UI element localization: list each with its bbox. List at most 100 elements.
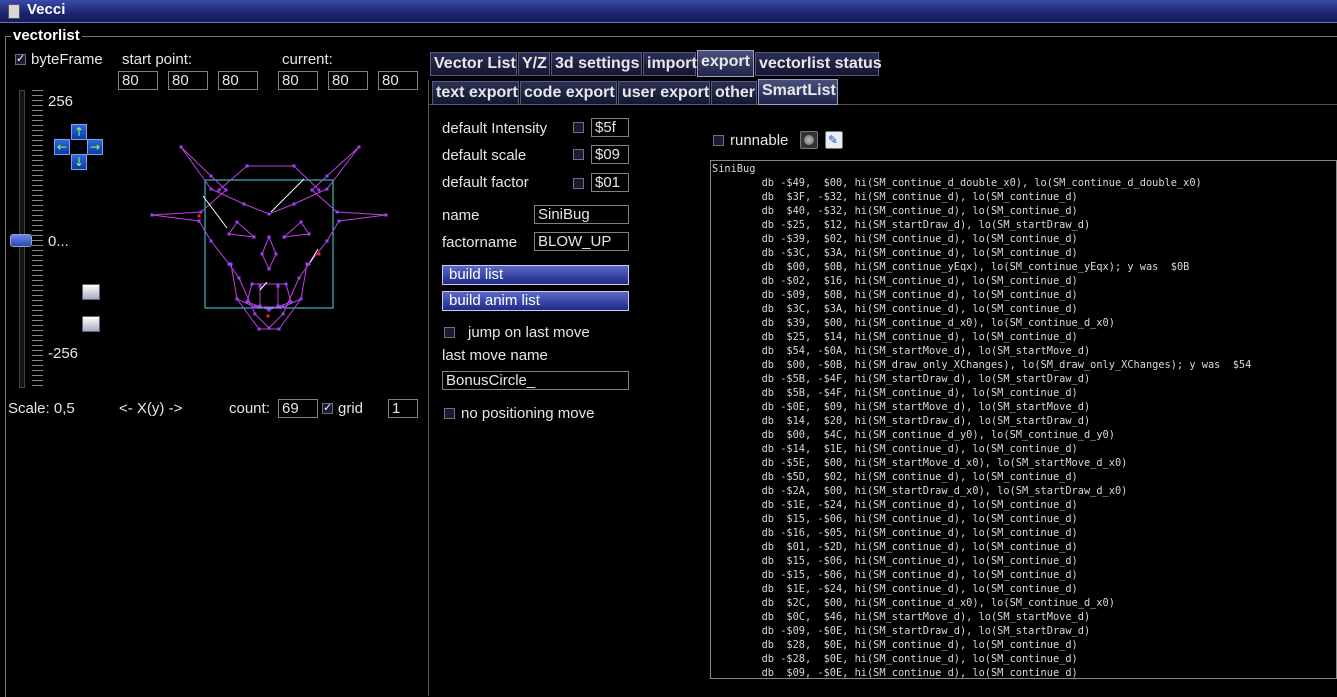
vector-point[interactable]: [289, 300, 293, 304]
vector-point[interactable]: [199, 210, 203, 214]
vector-point[interactable]: [281, 312, 285, 316]
subtab-code-export[interactable]: code export: [520, 81, 617, 105]
vector-point[interactable]: [250, 282, 254, 286]
vector-point[interactable]: [282, 235, 286, 239]
vector-point[interactable]: [245, 300, 249, 304]
vector-point[interactable]: [267, 235, 271, 239]
build-list-button[interactable]: build list: [442, 265, 629, 285]
vector-point[interactable]: [209, 174, 213, 178]
vector-point[interactable]: [357, 145, 361, 149]
default-scale-checkbox[interactable]: [573, 149, 584, 160]
vector-point[interactable]: [260, 252, 264, 256]
runnable-checkbox[interactable]: [713, 135, 724, 146]
vector-point[interactable]: [325, 174, 329, 178]
vector-point[interactable]: [197, 219, 201, 223]
subtab-smartlist[interactable]: SmartList: [758, 79, 838, 105]
build-anim-list-button[interactable]: build anim list: [442, 291, 629, 311]
vector-point[interactable]: [209, 187, 213, 191]
subtab-other[interactable]: other: [711, 81, 757, 105]
vector-point[interactable]: [242, 202, 246, 206]
vector-point[interactable]: [276, 284, 280, 288]
subtab-user-export[interactable]: user export: [618, 81, 710, 105]
vector-point[interactable]: [292, 164, 296, 168]
no-positioning-move-checkbox[interactable]: [444, 408, 455, 419]
vector-point[interactable]: [267, 267, 271, 271]
vector-point[interactable]: [281, 305, 285, 309]
app-icon[interactable]: [8, 4, 20, 19]
move-up-button[interactable]: ↑: [71, 124, 87, 140]
vector-point[interactable]: [384, 213, 388, 217]
vector-point[interactable]: [258, 304, 262, 308]
count-field[interactable]: 69: [278, 399, 318, 418]
vector-point[interactable]: [325, 239, 329, 243]
default-intensity-field[interactable]: $5f: [591, 118, 629, 137]
current-y-field[interactable]: 80: [328, 71, 368, 90]
factorname-field[interactable]: BLOW_UP: [534, 232, 629, 251]
vector-point[interactable]: [276, 304, 280, 308]
vector-point[interactable]: [258, 284, 262, 288]
vector-point[interactable]: [267, 308, 271, 312]
edit-button[interactable]: ✎: [825, 131, 843, 149]
vector-point[interactable]: [277, 327, 281, 331]
vector-point[interactable]: [179, 145, 183, 149]
tab-3d-settings[interactable]: 3d settings: [551, 52, 642, 76]
start-point-x-field[interactable]: 80: [118, 71, 158, 90]
last-move-name-field[interactable]: BonusCircle_: [442, 371, 629, 390]
tab-y-z[interactable]: Y/Z: [518, 52, 550, 76]
move-right-button[interactable]: →: [87, 139, 103, 155]
byteframe-checkbox[interactable]: [15, 52, 26, 65]
vector-point[interactable]: [337, 219, 341, 223]
vector-point[interactable]: [305, 262, 309, 266]
image-icon-button[interactable]: [82, 316, 100, 332]
vector-point[interactable]: [224, 188, 228, 192]
vector-point[interactable]: [253, 312, 257, 316]
current-x-field[interactable]: 80: [278, 71, 318, 90]
vector-point[interactable]: [274, 252, 278, 256]
vector-point[interactable]: [209, 239, 213, 243]
vector-point[interactable]: [245, 164, 249, 168]
name-field[interactable]: SiniBug: [534, 205, 629, 224]
vector-point[interactable]: [299, 220, 303, 224]
vector-point[interactable]: [317, 188, 321, 192]
vector-point[interactable]: [150, 213, 154, 217]
grid-checkbox[interactable]: [322, 401, 333, 414]
vector-point[interactable]: [267, 326, 271, 330]
vector-point[interactable]: [335, 210, 339, 214]
vector-point[interactable]: [299, 297, 303, 301]
vector-point[interactable]: [284, 282, 288, 286]
vector-point[interactable]: [253, 305, 257, 309]
vector-point[interactable]: [252, 235, 256, 239]
move-left-button[interactable]: ←: [54, 139, 70, 155]
smartlist-code-output[interactable]: SiniBug db -$49, $00, hi(SM_continue_d_d…: [710, 160, 1337, 679]
vector-point[interactable]: [257, 327, 261, 331]
zoom-slider-thumb[interactable]: [10, 234, 32, 247]
vector-point[interactable]: [310, 188, 314, 192]
vector-point[interactable]: [325, 187, 329, 191]
grid-value-field[interactable]: 1: [388, 399, 418, 418]
default-factor-field[interactable]: $01: [591, 173, 629, 192]
vector-point[interactable]: [267, 212, 271, 216]
tab-vectorlist-status[interactable]: vectorlist status: [755, 52, 882, 76]
move-down-button[interactable]: ↓: [71, 154, 87, 170]
vector-point[interactable]: [297, 276, 301, 280]
tab-import[interactable]: import: [643, 52, 697, 76]
vector-point[interactable]: [235, 220, 239, 224]
start-point-y-field[interactable]: 80: [168, 71, 208, 90]
tab-vector-list[interactable]: Vector List: [430, 52, 517, 76]
vector-point[interactable]: [217, 188, 221, 192]
vector-point[interactable]: [235, 297, 239, 301]
start-point-z-field[interactable]: 80: [218, 71, 258, 90]
current-z-field[interactable]: 80: [378, 71, 418, 90]
tab-export[interactable]: export: [697, 50, 754, 77]
default-intensity-checkbox[interactable]: [573, 122, 584, 133]
vector-canvas[interactable]: [119, 94, 419, 394]
vector-point[interactable]: [292, 202, 296, 206]
run-button[interactable]: [800, 131, 818, 149]
default-scale-field[interactable]: $09: [591, 145, 629, 164]
subtab-text-export[interactable]: text export: [432, 81, 519, 105]
window-icon-button[interactable]: [82, 284, 100, 300]
vector-point[interactable]: [307, 232, 311, 236]
vector-point[interactable]: [229, 262, 233, 266]
vector-point[interactable]: [237, 276, 241, 280]
jump-on-last-move-checkbox[interactable]: [444, 327, 455, 338]
